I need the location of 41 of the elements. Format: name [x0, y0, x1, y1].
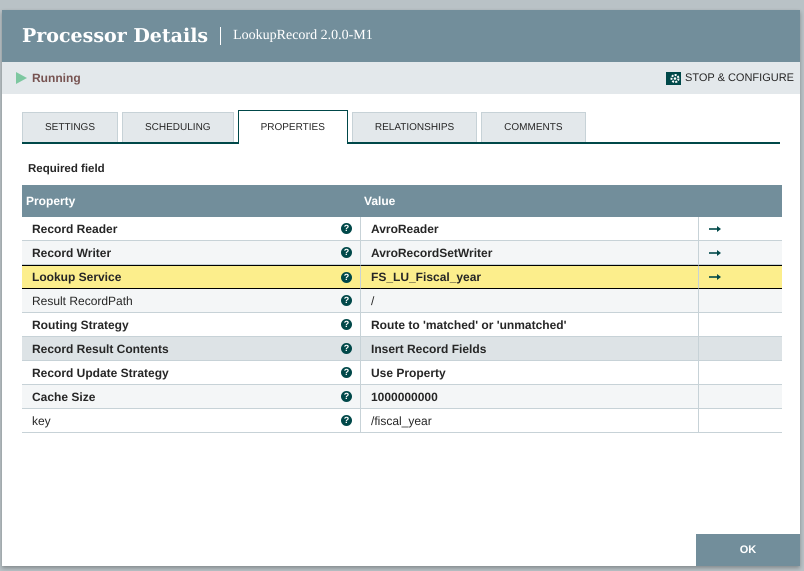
arrow-right-icon[interactable]	[709, 226, 721, 232]
table-cell: /fiscal_year	[360, 409, 698, 433]
property-name: Routing Strategy	[32, 318, 129, 332]
play-icon	[16, 72, 27, 84]
help-icon[interactable]: ?	[341, 367, 352, 378]
table-cell: AvroRecordSetWriter	[360, 241, 698, 265]
tab[interactable]: RELATIONSHIPS	[352, 112, 478, 142]
column-header: Property	[22, 185, 360, 217]
table-cell: 1000000000	[360, 385, 698, 409]
property-name: Record Result Contents	[32, 342, 169, 356]
table-cell: /	[360, 289, 698, 313]
property-name: Record Reader	[32, 222, 118, 236]
property-name: key	[32, 414, 51, 428]
help-icon[interactable]: ?	[341, 319, 352, 330]
help-icon[interactable]: ?	[341, 223, 352, 234]
table-cell: Insert Record Fields	[360, 337, 698, 361]
status-label: Running	[32, 71, 81, 85]
dialog-title: Processor Details	[22, 25, 208, 47]
help-icon[interactable]: ?	[341, 391, 352, 402]
help-icon[interactable]: ?	[341, 415, 352, 426]
tab[interactable]: PROPERTIES	[238, 110, 348, 144]
property-name: Record Update Strategy	[32, 366, 169, 380]
arrow-right-icon[interactable]	[709, 250, 721, 256]
property-name: Record Writer	[32, 246, 112, 260]
property-name: Cache Size	[32, 390, 96, 404]
tab[interactable]: COMMENTS	[481, 112, 586, 142]
tab[interactable]: SETTINGS	[22, 112, 118, 142]
table-cell: FS_LU_Fiscal_year	[360, 265, 698, 289]
dialog-subtitle: LookupRecord 2.0.0-M1	[233, 28, 373, 44]
property-name: Result RecordPath	[32, 294, 133, 308]
stop-configure-button[interactable]: STOP & CONFIGURE	[666, 72, 794, 84]
arrow-right-icon[interactable]	[709, 274, 721, 280]
help-icon[interactable]: ?	[341, 272, 352, 282]
help-icon[interactable]: ?	[341, 295, 352, 306]
gear-icon	[666, 72, 681, 84]
tab[interactable]: SCHEDULING	[122, 112, 234, 142]
help-icon[interactable]: ?	[341, 247, 352, 258]
help-icon[interactable]: ?	[341, 343, 352, 354]
column-header: Value	[360, 185, 698, 217]
required-field-label: Required field	[28, 163, 106, 175]
property-name: Lookup Service	[32, 270, 122, 284]
